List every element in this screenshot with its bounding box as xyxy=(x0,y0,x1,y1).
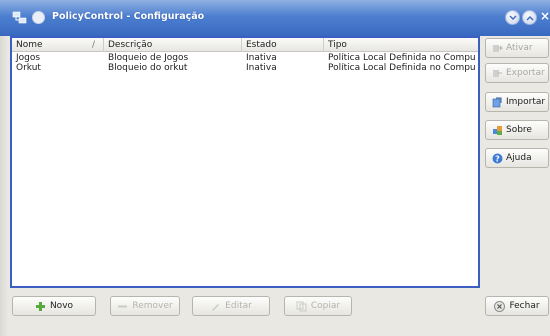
column-header-tipo[interactable]: Tipo xyxy=(324,38,478,52)
editar-label: Editar xyxy=(225,301,252,311)
cell-descricao: Bloqueio de Jogos xyxy=(108,53,189,63)
puzzle-icon xyxy=(493,125,502,135)
window-edge xyxy=(0,36,8,336)
column-header-label: Descrição xyxy=(108,40,153,50)
cell-estado: Inativa xyxy=(246,53,277,63)
maximize-button[interactable] xyxy=(522,10,537,25)
svg-text:?: ? xyxy=(495,154,500,163)
ativar-button[interactable]: Ativar xyxy=(485,38,549,58)
importar-button[interactable]: Importar xyxy=(485,92,549,112)
cell-estado: Inativa xyxy=(246,63,277,73)
sobre-button[interactable]: Sobre xyxy=(485,120,549,140)
sobre-label: Sobre xyxy=(506,125,532,135)
column-header-nome[interactable]: Nome / xyxy=(12,38,104,52)
column-header-estado[interactable]: Estado xyxy=(242,38,324,52)
policy-list[interactable]: Nome / Descrição Estado Tipo Jogos Bloqu… xyxy=(10,36,480,288)
table-row[interactable]: Orkut Bloqueio do orkut Inativa Política… xyxy=(12,63,478,73)
editar-button[interactable]: Editar xyxy=(192,296,270,316)
column-header-label: Tipo xyxy=(328,40,347,50)
list-header: Nome / Descrição Estado Tipo xyxy=(12,38,478,52)
fechar-button[interactable]: Fechar xyxy=(485,296,549,316)
network-computers-icon xyxy=(12,11,27,24)
copiar-label: Copiar xyxy=(310,301,341,311)
add-icon xyxy=(35,301,45,311)
import-icon xyxy=(492,97,502,107)
importar-label: Importar xyxy=(506,97,546,107)
cell-tipo: Política Local Definida no Compu xyxy=(328,53,476,63)
remover-button[interactable]: Remover xyxy=(110,296,180,316)
close-window-button[interactable]: × xyxy=(540,9,550,23)
close-icon xyxy=(494,300,506,312)
cell-descricao: Bloqueio do orkut xyxy=(108,63,188,73)
remove-icon xyxy=(118,305,128,307)
minimize-button[interactable] xyxy=(505,10,520,25)
ajuda-label: Ajuda xyxy=(506,153,532,163)
exportar-button[interactable]: Exportar xyxy=(485,63,549,83)
chevron-up-icon xyxy=(526,15,533,20)
help-icon: ? xyxy=(492,153,503,163)
cell-nome: Orkut xyxy=(16,63,41,73)
title-bar[interactable]: PolicyControl - Configuração × xyxy=(0,0,550,36)
ativar-label: Ativar xyxy=(506,43,533,53)
chevron-down-icon xyxy=(509,15,516,20)
table-row[interactable]: Jogos Bloqueio de Jogos Inativa Política… xyxy=(12,53,478,63)
ajuda-button[interactable]: ? Ajuda xyxy=(485,148,549,168)
remover-label: Remover xyxy=(132,301,173,311)
fechar-label: Fechar xyxy=(509,301,540,311)
column-header-descricao[interactable]: Descrição xyxy=(104,38,242,52)
system-menu-icon[interactable] xyxy=(32,11,45,24)
cell-nome: Jogos xyxy=(16,53,41,63)
exportar-label: Exportar xyxy=(506,68,545,78)
copy-icon xyxy=(296,301,307,311)
export-icon xyxy=(493,69,502,77)
copiar-button[interactable]: Copiar xyxy=(284,296,352,316)
column-header-label: Estado xyxy=(246,40,277,50)
novo-button[interactable]: Novo xyxy=(12,296,96,316)
novo-label: Novo xyxy=(49,301,74,311)
cell-tipo: Política Local Definida no Compu xyxy=(328,63,476,73)
edit-icon xyxy=(212,303,220,311)
column-header-label: Nome xyxy=(16,40,43,50)
sort-indicator: / xyxy=(91,40,95,50)
window-title: PolicyControl - Configuração xyxy=(52,11,205,22)
activate-icon xyxy=(493,44,503,52)
